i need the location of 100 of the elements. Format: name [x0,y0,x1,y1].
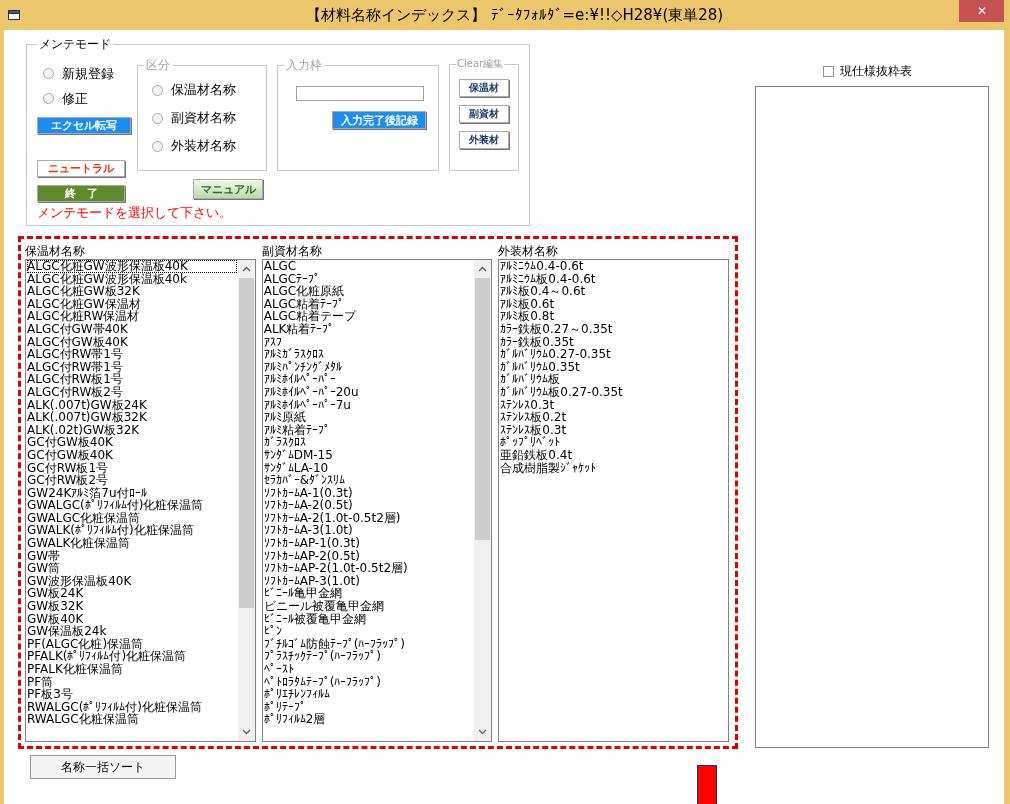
list-item[interactable]: ﾍﾟﾄﾛﾗﾀﾑﾃｰﾌﾟ(ﾊｰﾌﾗｯﾌﾟ) [263,675,474,689]
list-item[interactable]: ｶﾞﾙﾊﾞﾘｳﾑ板 [500,373,727,386]
list-item[interactable]: PFALK化粧保温筒 [27,663,237,676]
list-item[interactable]: ｽﾃﾝﾚｽ板0.3t [500,423,727,437]
list-item[interactable]: GWALK化粧保温筒 [27,537,237,550]
list-item[interactable]: GWALGC(ﾎﾟﾘﾌｨﾙﾑ付)化粧保温筒 [27,499,237,512]
list-item[interactable]: ｽﾃﾝﾚｽ板0.2t [500,411,727,424]
list-item[interactable]: ALGC化粧GW板32K [27,285,237,298]
list-item[interactable]: ｱﾙﾐﾆｳﾑ0.4-0.6t [500,260,727,273]
list-item[interactable]: ビニール被覆亀甲金網 [263,600,474,613]
list-item[interactable]: ｱﾙﾐ板0.8t [500,310,727,323]
scroll-down-icon[interactable] [478,729,488,735]
list-item[interactable]: ALGC付RW帯1号 [27,348,237,361]
scroll-up-icon[interactable] [241,266,251,272]
list-item[interactable]: ALGC化粧GW波形保温板40k [27,272,237,286]
exit-button[interactable]: 終 了 [37,185,125,202]
scroll-down-icon[interactable] [241,729,251,735]
list-item[interactable]: PF板3号 [27,688,237,701]
list-item[interactable]: ｿﾌﾄｶｰﾑAP-2(1.0t-0.5t2層) [263,562,474,575]
list-item[interactable]: ｽﾃﾝﾚｽ0.3t [500,398,727,412]
list-item[interactable]: GW板24K [27,587,237,601]
list-item[interactable]: GW保温板24k [27,625,237,638]
list-item[interactable]: ｶﾗｰ鉄板0.35t [500,335,727,349]
list-item[interactable]: GW波形保温板40K [27,574,237,588]
list-item[interactable]: ﾎﾟﾘﾌｨﾙﾑ2層 [263,713,474,726]
input-field[interactable] [296,86,424,101]
radio-option[interactable]: 新規登録 [43,61,114,86]
list-item[interactable]: RWALGC化粧保温筒 [27,713,237,726]
list-item[interactable]: ALGC化粧原紙 [263,285,474,298]
list-item[interactable]: ｻﾝﾀﾞﾑLA-10 [263,461,474,475]
list-item[interactable]: ﾋﾞﾆｰﾙ被覆亀甲金網 [263,612,474,626]
list-item[interactable]: GC付RW板2号 [27,474,237,487]
scroll-thumb[interactable] [475,278,491,540]
scroll-thumb[interactable] [238,278,254,608]
manual-button[interactable]: マニュアル [193,179,263,199]
list-item[interactable]: GC付GW板40K [27,448,237,462]
list-item[interactable]: PF(ALGC化粧)保温筒 [27,637,237,651]
list-item[interactable]: ｱﾙﾐﾊﾟﾝﾁﾝｸﾞﾒﾀﾙ [263,360,474,374]
list-item[interactable]: ｱｽﾌ [263,335,474,349]
list-item[interactable]: ALGC化粧GW保温材 [27,297,237,311]
list-item[interactable]: ALGC粘着ﾃｰﾌﾟ [263,297,474,311]
list-item[interactable]: ｱﾙﾐ板0.4～0.6t [500,285,727,298]
list-item[interactable]: PFALK(ﾎﾟﾘﾌｨﾙﾑ付)化粧保温筒 [27,650,237,663]
list-item[interactable]: RWALGC(ﾎﾟﾘﾌｨﾙﾑ付)化粧保温筒 [27,700,237,714]
scrollbar[interactable] [237,260,255,741]
list-item[interactable]: ALGC付GW帯40K [27,322,237,336]
list-item[interactable]: ｶﾞﾗｽｸﾛｽ [263,436,474,449]
list-item[interactable]: GWALGC化粧保温筒 [27,511,237,525]
list-item[interactable]: ｿﾌﾄｶｰﾑAP-1(0.3t) [263,537,474,550]
scrollbar[interactable] [474,260,492,741]
list-item[interactable]: ﾎﾟﾘﾃｰﾌﾟ [263,700,474,714]
list-item[interactable]: ﾍﾟｰｽﾄ [263,663,474,676]
list-item[interactable]: ALGC粘着テープ [263,310,474,323]
list-item[interactable]: PF筒 [27,675,237,689]
list-item[interactable]: ﾋﾟﾝ [263,625,474,638]
list-item[interactable]: ﾌﾟﾗｽﾁｯｸﾃｰﾌﾟ(ﾊｰﾌﾗｯﾌﾟ) [263,650,474,663]
list-item[interactable]: ｱﾙﾐ板0.6t [500,297,727,311]
list-item[interactable]: ALGC [263,260,474,273]
list-item[interactable]: 合成樹脂製ｼﾞｬｹｯﾄ [500,461,727,475]
list-item[interactable]: ｱﾙﾐﾎｲﾙﾍﾟｰﾊﾟｰ [263,373,474,386]
list-item[interactable]: ｻﾝﾀﾞﾑDM-15 [263,448,474,462]
list-item[interactable]: GW筒 [27,562,237,575]
list-item[interactable]: ｶﾞﾙﾊﾞﾘｳﾑ0.27-0.35t [500,348,727,361]
list-item[interactable]: ALK(.007t)GW板32K [27,411,237,424]
neutral-button[interactable]: ニュートラル [37,160,125,177]
list-item[interactable]: ALGC化粧RW保温材 [27,310,237,323]
list-item[interactable]: ALK粘着ﾃｰﾌﾟ [263,322,474,336]
list-item[interactable]: ALGC付RW板2号 [27,385,237,399]
list-item[interactable]: ｾﾗｶﾊﾞｰ&ﾀﾞﾝｽﾘﾑ [263,474,474,487]
list-item[interactable]: ｶﾞﾙﾊﾞﾘｳﾑ0.35t [500,360,727,374]
list-item[interactable]: ｿﾌﾄｶｰﾑAP-3(1.0t) [263,574,474,588]
list-item[interactable]: ｱﾙﾐﾆｳﾑ板0.4-0.6t [500,272,727,286]
list-item[interactable]: GW板40K [27,612,237,626]
list-item[interactable]: ｱﾙﾐｶﾞﾗｽｸﾛｽ [263,348,474,361]
list-item[interactable]: ALGCﾃｰﾌﾟ [263,272,474,286]
list-item[interactable]: ｱﾙﾐﾎｲﾙﾍﾟｰﾊﾟｰ20u [263,385,474,399]
list-item[interactable]: ALGC付RW帯1号 [27,360,237,374]
list-item[interactable]: ALGC付RW板1号 [27,373,237,386]
close-button[interactable]: ✕ [959,0,1004,22]
list-item[interactable]: ALK(.007t)GW板24K [27,398,237,412]
list-item[interactable]: ALGC付GW板40K [27,335,237,349]
list-item[interactable]: GC付GW板40K [27,436,237,449]
list-item[interactable]: ALK(.02t)GW板32K [27,423,237,437]
list-item[interactable]: ﾌﾞﾁﾙｺﾞﾑ防蝕ﾃｰﾌﾟ(ﾊｰﾌﾗｯﾌﾟ) [263,637,474,651]
list-item[interactable]: ﾎﾟﾘｴﾁﾚﾝﾌｨﾙﾑ [263,688,474,701]
spec-checkbox[interactable]: 現仕様抜粋表 [822,62,912,80]
list-item[interactable]: GW24Kｱﾙﾐ箔7u付ﾛｰﾙ [27,486,237,500]
list-item[interactable]: GW板32K [27,600,237,613]
list-item[interactable]: GWALK(ﾎﾟﾘﾌｨﾙﾑ付)化粧保温筒 [27,524,237,538]
list-item[interactable]: GC付RW板1号 [27,461,237,475]
list-item[interactable]: GW帯 [27,549,237,563]
list-item[interactable]: ｿﾌﾄｶｰﾑAP-2(0.5t) [263,549,474,563]
list-item[interactable]: ﾋﾞﾆｰﾙ亀甲金網 [263,587,474,601]
list-item[interactable]: ﾎﾟｯﾌﾟﾘﾍﾞｯﾄ [500,436,727,449]
list-item[interactable]: ｱﾙﾐ原紙 [263,411,474,424]
list-item[interactable]: ｱﾙﾐﾎｲﾙﾍﾟｰﾊﾟｰ7u [263,398,474,412]
scroll-up-icon[interactable] [478,266,488,272]
list-item[interactable]: ALGC化粧GW波形保温板40K [27,260,237,273]
list-item[interactable]: ｶﾞﾙﾊﾞﾘｳﾑ板0.27-0.35t [500,385,727,399]
list-item[interactable]: 亜鉛鉄板0.4t [500,448,727,462]
